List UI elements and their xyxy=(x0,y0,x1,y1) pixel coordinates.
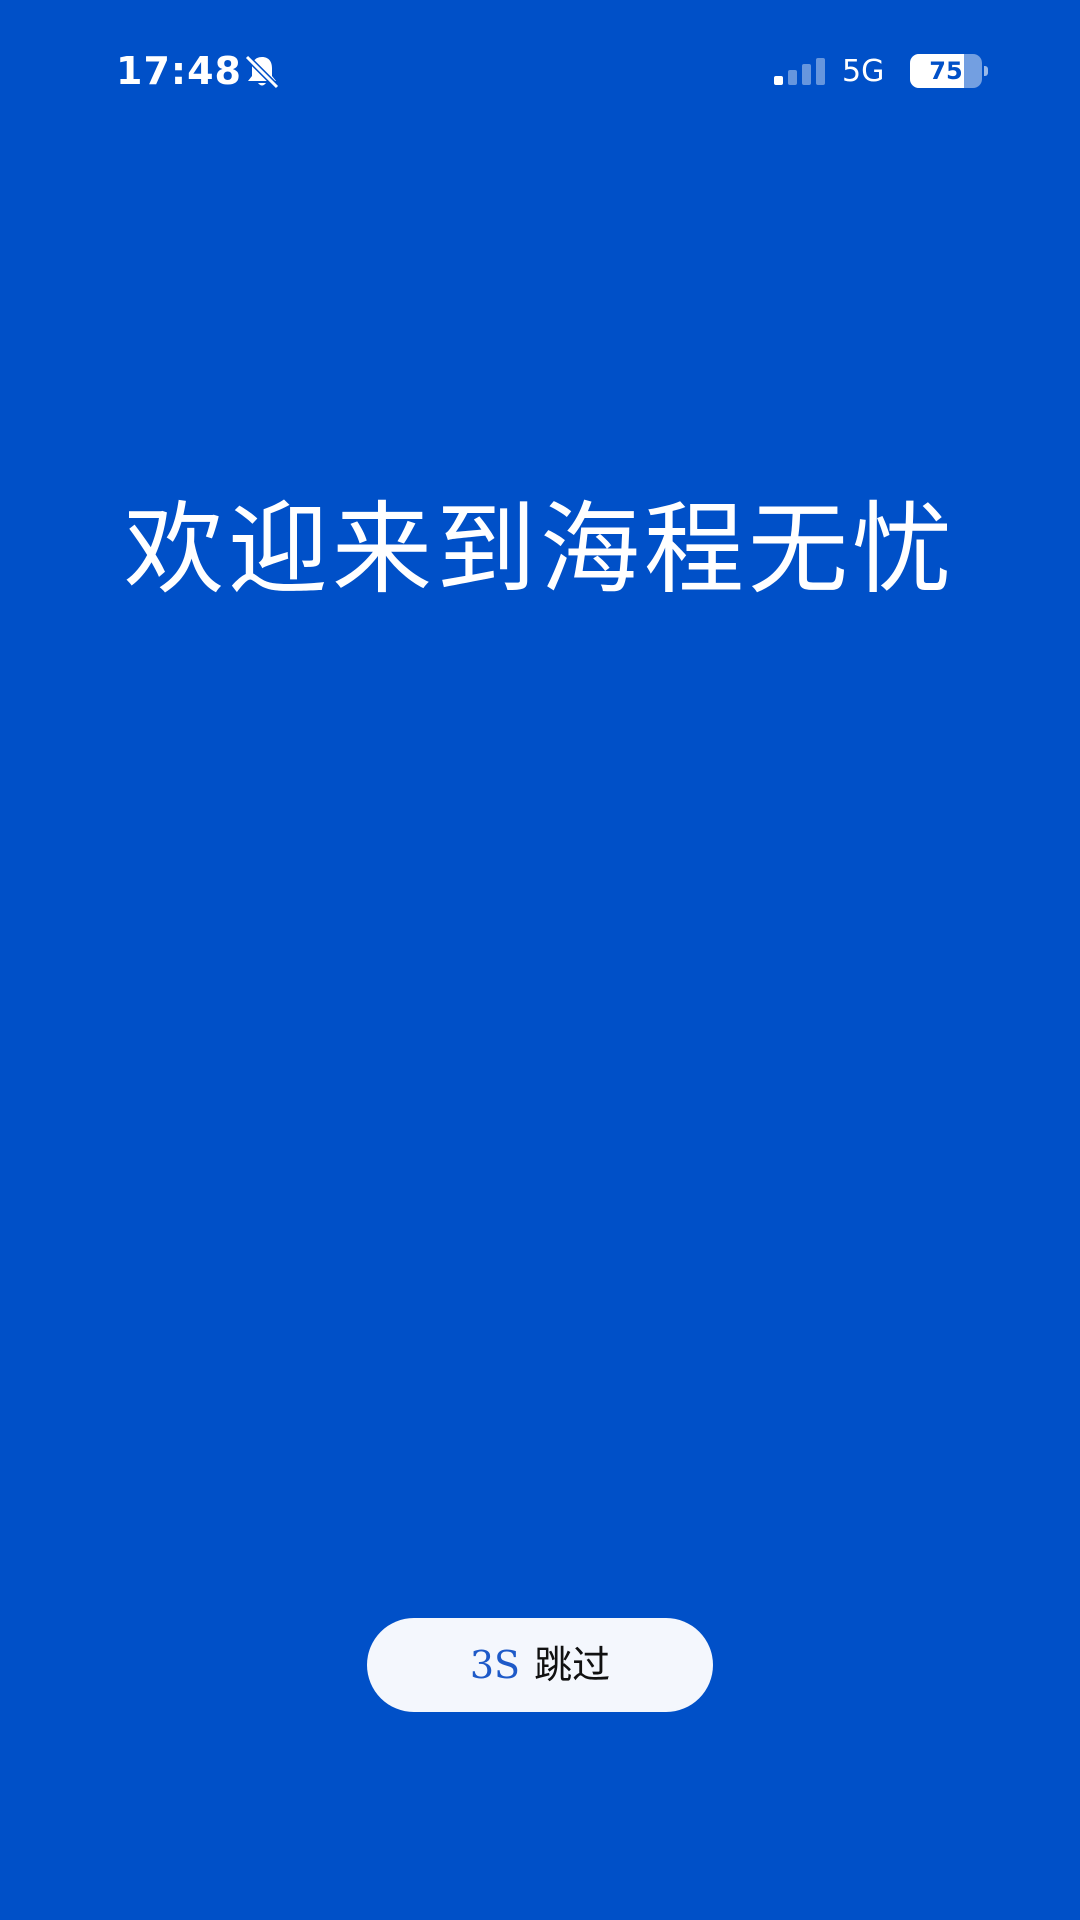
countdown-timer: 3S xyxy=(469,1643,521,1687)
splash-screen: 17:48 5G 75 欢迎来到海程无忧 3S 跳过 xyxy=(0,0,1080,1920)
battery-tip xyxy=(984,66,988,76)
battery-level: 75 xyxy=(929,57,963,85)
skip-button[interactable]: 3S 跳过 xyxy=(367,1618,713,1712)
cellular-signal-icon xyxy=(772,56,828,86)
battery-body: 75 xyxy=(910,54,982,88)
network-type: 5G xyxy=(842,54,885,89)
status-time: 17:48 xyxy=(116,49,242,93)
status-bar: 17:48 5G 75 xyxy=(0,0,1080,140)
bell-slash-icon xyxy=(242,52,282,92)
welcome-heading: 欢迎来到海程无忧 xyxy=(124,491,956,608)
battery-indicator: 75 xyxy=(910,54,988,88)
skip-label: 跳过 xyxy=(534,1643,611,1687)
